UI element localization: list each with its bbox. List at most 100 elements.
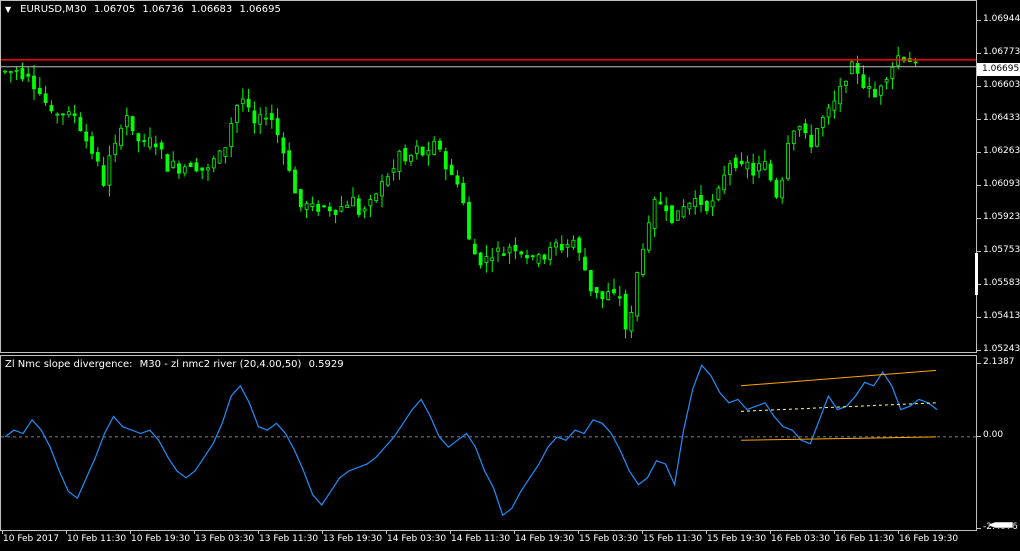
chart-shift-marker[interactable] — [975, 253, 978, 295]
candle-body — [791, 130, 796, 144]
time-label: 10 Feb 2017 — [1, 530, 60, 544]
candle-body — [809, 134, 814, 148]
candle-body — [130, 116, 135, 132]
candle-body — [745, 161, 750, 170]
ohlc-high: 1.06736 — [142, 4, 184, 15]
candle-body — [443, 151, 448, 170]
time-label: 14 Feb 11:30 — [449, 530, 511, 544]
candle-body — [890, 66, 895, 79]
price-chart-pane[interactable]: ▼ EURUSD,M30 1.06705 1.06736 1.06683 1.06… — [0, 0, 977, 353]
candle-body — [107, 155, 112, 186]
time-label: 15 Feb 03:30 — [577, 530, 639, 544]
candle-body — [606, 291, 611, 301]
candle-body — [8, 71, 13, 73]
candle-body — [757, 163, 761, 172]
candle-body — [322, 205, 326, 208]
candle-body — [687, 202, 692, 210]
candle-body — [26, 73, 31, 77]
time-label: 13 Feb 11:30 — [257, 530, 319, 544]
time-label: 16 Feb 03:30 — [769, 530, 831, 544]
candle-body — [455, 175, 460, 185]
candle-body — [565, 244, 570, 248]
candle-body — [252, 110, 257, 124]
candle-body — [420, 146, 425, 156]
candle-body — [710, 200, 715, 208]
price-tick: 1.05923 — [976, 212, 1020, 222]
candle-body — [43, 93, 48, 103]
candle-body — [525, 255, 529, 259]
candlestick-chart — [1, 46, 976, 339]
price-tick: 1.05243 — [976, 344, 1020, 354]
price-tick: 1.06263 — [976, 146, 1020, 156]
indicator-value: 0.5929 — [308, 359, 344, 370]
indicator-params: M30 - zl nmc2 river (20,4.00,50) — [139, 359, 302, 370]
time-label: 15 Feb 19:30 — [705, 530, 767, 544]
candle-body — [275, 118, 280, 136]
candle-body — [171, 160, 176, 168]
candle-body — [641, 248, 645, 275]
candle-body — [3, 70, 7, 73]
candle-body — [37, 87, 42, 94]
candle-body — [652, 199, 657, 229]
candle-body — [768, 163, 773, 181]
candle-body — [449, 164, 454, 176]
candle-body — [716, 187, 721, 200]
price-tick: 1.06773 — [976, 47, 1020, 57]
candle-body — [780, 179, 785, 199]
time-axis[interactable]: 10 Feb 2017 10 Feb 11:30 10 Feb 19:30 13… — [0, 530, 1020, 551]
time-label: 13 Feb 03:30 — [193, 530, 255, 544]
current-price-tag: 1.06695 — [977, 63, 1020, 76]
candle-body — [287, 150, 292, 171]
indicator-tick: 0.00 — [976, 430, 1004, 440]
price-tick: 1.06433 — [976, 113, 1020, 123]
candle-body — [200, 167, 205, 171]
price-tick: 1.05413 — [976, 311, 1020, 321]
price-tick: 1.06603 — [976, 80, 1020, 90]
candle-body — [426, 150, 431, 156]
candle-body — [339, 206, 344, 212]
oscillator-line — [4, 364, 938, 517]
indicator-pane[interactable]: Zl Nmc slope divergence: M30 - zl nmc2 r… — [0, 355, 977, 531]
time-label: 15 Feb 11:30 — [641, 530, 703, 544]
candle-body — [281, 137, 286, 154]
candle-body — [380, 181, 384, 197]
candle-body — [403, 147, 408, 162]
oscillator-chart — [1, 364, 976, 517]
candle-body — [298, 189, 303, 208]
time-label: 10 Feb 11:30 — [65, 530, 127, 544]
candle-body — [571, 239, 576, 248]
ohlc-open: 1.06705 — [93, 4, 136, 15]
candle-body — [878, 85, 883, 96]
candle-body — [507, 246, 512, 254]
candle-body — [432, 140, 437, 155]
price-tick: 1.06944 — [976, 14, 1020, 24]
candle-body — [304, 203, 309, 210]
candle-body — [95, 152, 100, 162]
candle-body — [101, 165, 106, 186]
price-axis[interactable]: 1.06944 1.06773 1.06603 1.06433 1.06263 … — [976, 0, 1020, 354]
candle-body — [693, 198, 698, 208]
candle-body — [32, 75, 36, 90]
price-tick: 1.05583 — [976, 278, 1020, 288]
candle-body — [646, 222, 651, 251]
candle-body — [617, 296, 622, 299]
candle-body — [72, 113, 77, 116]
indicator-axis[interactable]: 2.1387 0.00 -2.4976 — [976, 355, 1020, 532]
candle-body — [165, 154, 170, 172]
candle-body — [142, 140, 147, 142]
candle-body — [635, 272, 640, 317]
candle-body — [438, 140, 442, 150]
candle-body — [177, 163, 181, 174]
candle-body — [66, 111, 71, 116]
candle-body — [704, 200, 709, 212]
candle-body — [148, 137, 152, 148]
candle-body — [391, 168, 396, 173]
candle-body — [855, 63, 860, 74]
chart-window[interactable]: ▼ EURUSD,M30 1.06705 1.06736 1.06683 1.06… — [0, 0, 1020, 551]
dropdown-triangle-icon[interactable]: ▼ — [5, 5, 11, 14]
indicator-tick: 2.1387 — [977, 357, 1015, 367]
candle-body — [124, 115, 129, 128]
candle-body — [751, 162, 756, 176]
candle-body — [188, 163, 193, 168]
candle-body — [374, 193, 379, 201]
